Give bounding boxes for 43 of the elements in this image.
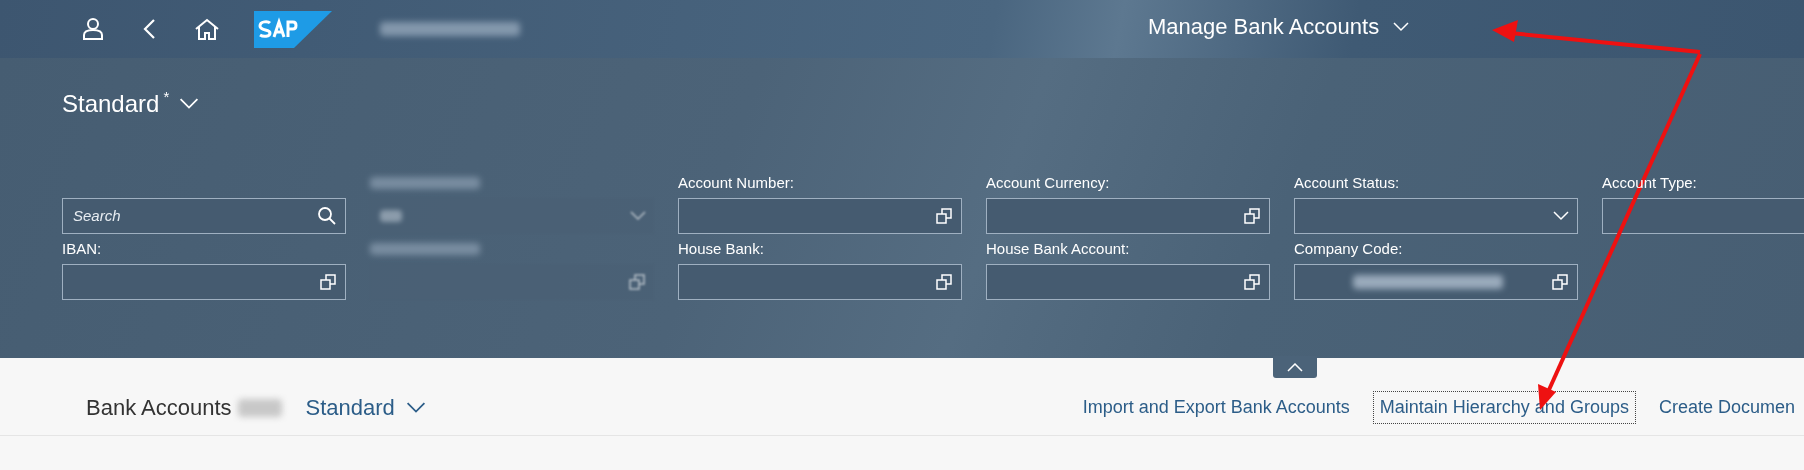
value-help-icon[interactable] [319,273,337,291]
input-field[interactable] [62,264,346,300]
field-label: IBAN: [62,238,102,259]
field-label: Company Code: [1294,238,1403,259]
search-icon[interactable] [317,206,337,226]
value-help-icon[interactable] [935,207,953,225]
value-help-icon[interactable] [935,273,953,291]
value-help-icon[interactable] [1551,273,1569,291]
input-field[interactable] [986,198,1270,234]
user-icon[interactable] [82,17,104,41]
field-label: Account Currency: [986,172,1110,193]
home-icon[interactable] [194,18,220,40]
select-field[interactable] [1294,198,1578,234]
app-title[interactable]: Manage Bank Accounts [1148,10,1380,43]
value-help-icon[interactable] [1243,207,1261,225]
blurred-value [380,210,402,222]
dropdown-icon [404,401,427,414]
field-label: Account Status: [1294,172,1400,193]
input-field[interactable] [1602,198,1804,234]
modified-mark: * [163,86,170,107]
search-field[interactable]: Search [62,198,346,234]
input-field[interactable] [1294,264,1578,300]
input-field[interactable] [678,264,962,300]
field-label: Account Number: [678,172,794,193]
value-help-icon[interactable] [1243,273,1261,291]
dropdown-icon [179,98,200,110]
input-field[interactable] [986,264,1270,300]
blurred-count [237,398,282,417]
chevron-up-icon [1287,362,1303,372]
back-icon[interactable] [142,18,156,40]
toolbar-link[interactable]: Import and Export Bank Accounts [1075,391,1357,424]
table-title: Bank Accounts [86,394,232,422]
dropdown-icon [1553,211,1569,221]
collapse-button[interactable] [1273,356,1317,378]
toolbar-link[interactable]: Create Documen [1651,391,1802,424]
field-label: House Bank Account: [986,238,1130,259]
variant-selector[interactable]: Standard [305,391,427,424]
dropdown-icon [630,211,646,221]
field-label: House Bank: [678,238,764,259]
logo-icon[interactable] [254,10,332,48]
dropdown-icon [1393,21,1410,32]
variant-title[interactable]: Standard [62,86,160,122]
input-field[interactable] [678,198,962,234]
